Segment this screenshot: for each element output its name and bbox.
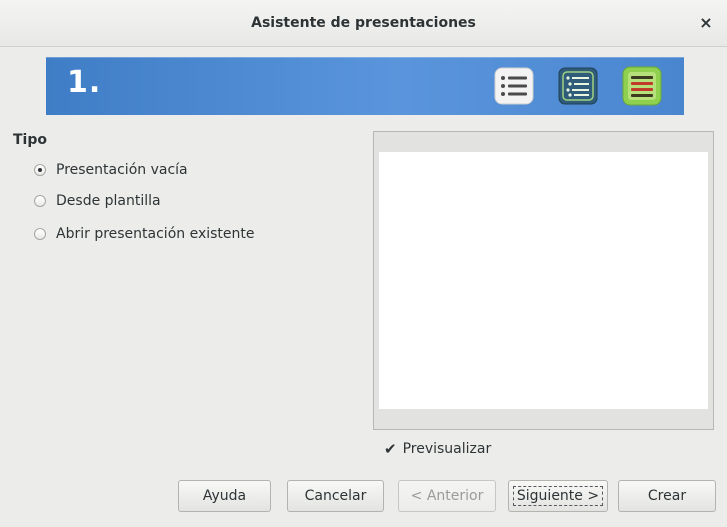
- radio-from-template[interactable]: Desde plantilla: [34, 190, 161, 212]
- preview-checkbox-label: Previsualizar: [402, 441, 492, 457]
- list-icon: [494, 67, 534, 105]
- preview-checkbox[interactable]: ✔ Previsualizar: [384, 438, 491, 460]
- help-button[interactable]: Ayuda: [178, 480, 271, 512]
- radio-unchecked-icon[interactable]: [34, 228, 46, 240]
- outline-list-icon: [558, 67, 598, 105]
- radio-label: Presentación vacía: [56, 162, 188, 178]
- step-banner: 1.: [46, 57, 684, 115]
- title-bar: Asistente de presentaciones ×: [0, 0, 727, 47]
- notes-list-icon: [622, 66, 662, 106]
- next-button-label: Siguiente >: [512, 486, 604, 506]
- back-button[interactable]: < Anterior: [398, 480, 496, 512]
- radio-label: Abrir presentación existente: [56, 226, 255, 242]
- close-icon[interactable]: ×: [695, 12, 717, 34]
- radio-open-existing[interactable]: Abrir presentación existente: [34, 223, 255, 245]
- cancel-button[interactable]: Cancelar: [287, 480, 384, 512]
- radio-checked-icon[interactable]: [34, 164, 46, 176]
- next-button[interactable]: Siguiente >: [508, 480, 608, 512]
- create-button[interactable]: Crear: [618, 480, 716, 512]
- radio-unchecked-icon[interactable]: [34, 195, 46, 207]
- type-section-title: Tipo: [13, 132, 47, 148]
- preview-area: [379, 152, 708, 409]
- radio-empty-presentation[interactable]: Presentación vacía: [34, 159, 188, 181]
- window-title: Asistente de presentaciones: [251, 15, 476, 31]
- step-number: 1.: [67, 65, 102, 100]
- radio-label: Desde plantilla: [56, 193, 161, 209]
- checkmark-icon[interactable]: ✔: [384, 440, 397, 458]
